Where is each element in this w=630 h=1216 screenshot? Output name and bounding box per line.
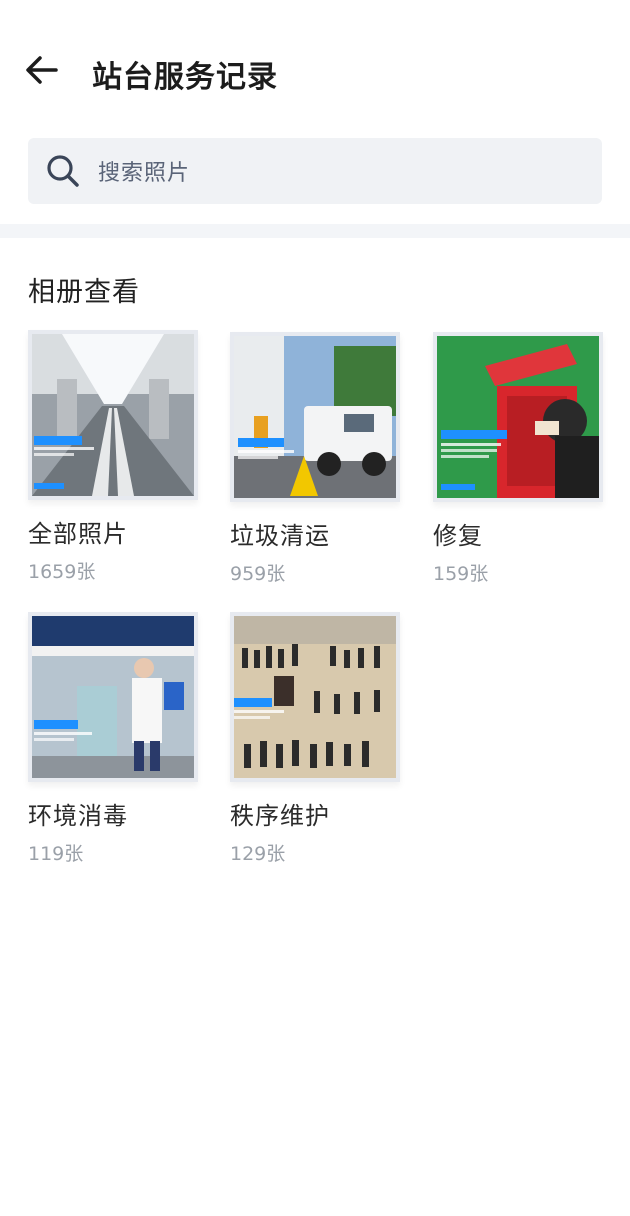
album-count: 159张 [433, 563, 489, 585]
search-placeholder: 搜索照片 [98, 161, 191, 186]
album-name: 修复 [433, 522, 483, 550]
album-thumbnail [230, 612, 400, 782]
album-thumbnail [433, 332, 603, 502]
fire-box-photo [437, 336, 599, 498]
album-name: 垃圾清运 [230, 522, 330, 550]
album-count: 119张 [28, 843, 84, 865]
album-disinfection[interactable]: 环境消毒 119张 [28, 612, 198, 866]
search-input[interactable]: 搜索照片 [28, 138, 602, 204]
disinfection-photo [32, 616, 194, 778]
album-repair[interactable]: 修复 159张 [433, 332, 603, 586]
album-name: 环境消毒 [28, 802, 128, 830]
album-thumbnail [28, 612, 198, 782]
header: 站台服务记录 [0, 0, 630, 130]
album-order-maintenance[interactable]: 秩序维护 129张 [230, 612, 400, 866]
section-title: 相册查看 [28, 277, 140, 308]
section-divider [0, 224, 630, 238]
album-thumbnail [230, 332, 400, 502]
crowd-queue-photo [234, 616, 396, 778]
search-icon [46, 154, 80, 188]
back-button[interactable] [18, 46, 66, 94]
album-name: 秩序维护 [230, 802, 330, 830]
corridor-photo [32, 334, 194, 496]
album-count: 129张 [230, 843, 286, 865]
garbage-truck-photo [234, 336, 396, 498]
album-all-photos[interactable]: 全部照片 1659张 [28, 330, 198, 584]
album-count: 959张 [230, 563, 286, 585]
arrow-left-icon [26, 56, 58, 84]
album-thumbnail [28, 330, 198, 500]
album-count: 1659张 [28, 561, 96, 583]
album-garbage-removal[interactable]: 垃圾清运 959张 [230, 332, 400, 586]
page-title: 站台服务记录 [92, 60, 278, 95]
album-name: 全部照片 [28, 520, 128, 548]
